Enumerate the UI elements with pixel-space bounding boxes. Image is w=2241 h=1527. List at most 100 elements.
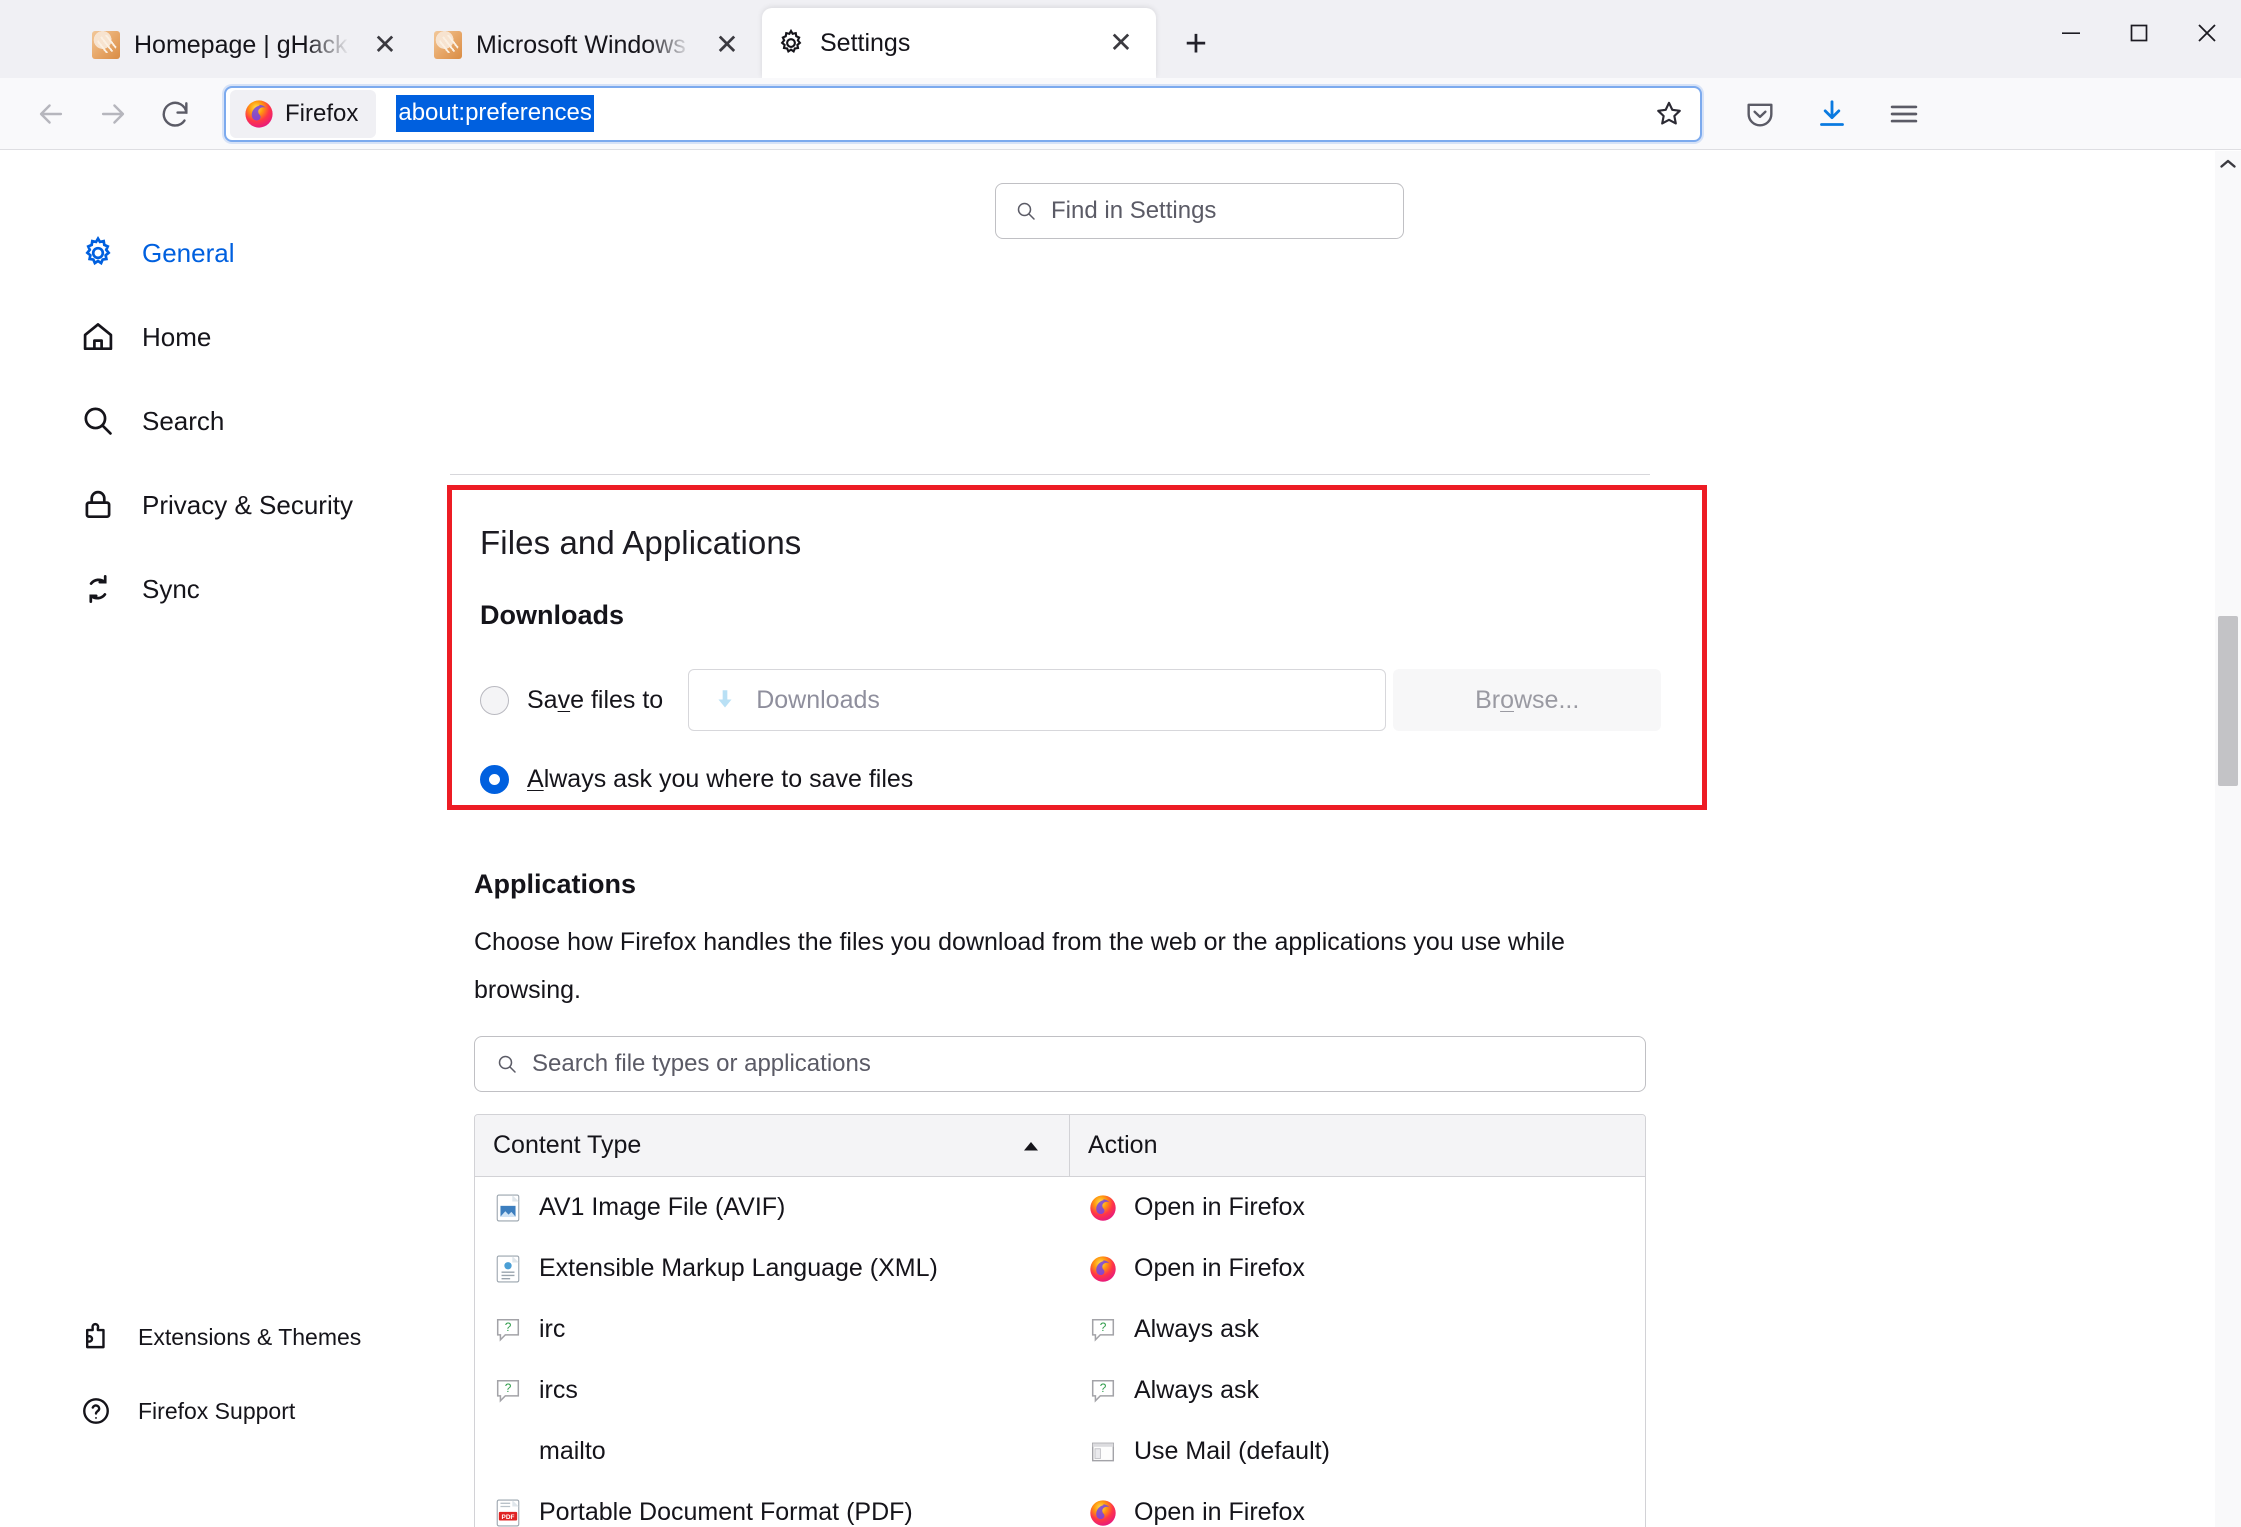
action-label: Always ask [1134,1376,1260,1404]
forward-button[interactable] [82,87,144,141]
column-header-action[interactable]: Action [1070,1115,1645,1176]
sidebar-bottom: Extensions & Themes Firefox Support [0,1311,430,1459]
scroll-up-icon[interactable] [2215,151,2241,177]
always-ask-label: Always ask you where to save files [527,765,914,793]
table-row[interactable]: ? irc ? Always ask [475,1299,1645,1360]
sync-icon [80,571,116,607]
tab-strip: Homepage | gHacks Technology ✕ Microsoft… [0,0,2241,78]
home-icon [80,319,116,355]
content-type-label: Extensible Markup Language (XML) [539,1254,938,1282]
cell-action[interactable]: Open in Firefox [1070,1238,1645,1299]
download-folder-name: Downloads [756,685,880,714]
sidebar-item-label: Sync [142,573,200,604]
puzzle-icon [80,1321,112,1353]
maximize-button[interactable] [2105,0,2173,66]
tab-title: Homepage | gHacks Technology [134,31,354,59]
sidebar-item-label: Search [142,405,225,436]
mail-app-icon [1088,1437,1118,1467]
save-files-to-radio[interactable] [480,685,509,715]
content-type-label: AV1 Image File (AVIF) [539,1193,786,1221]
sidebar-item-extensions-themes[interactable]: Extensions & Themes [0,1311,430,1363]
table-row[interactable]: Extensible Markup Language (XML) Open in… [475,1238,1645,1299]
downloads-icon[interactable] [1800,87,1864,141]
sidebar-item-search[interactable]: Search [0,391,430,451]
applications-search-input[interactable]: Search file types or applications [474,1036,1646,1092]
url-bar[interactable]: Firefox about:preferences [224,85,1702,142]
cell-content-type: AV1 Image File (AVIF) [475,1177,1070,1238]
firefox-icon [1088,1498,1118,1527]
minimize-button[interactable] [2037,0,2105,66]
applications-search-placeholder: Search file types or applications [532,1050,871,1077]
action-label: Use Mail (default) [1134,1437,1330,1465]
scrollbar-thumb[interactable] [2218,616,2238,786]
table-row[interactable]: AV1 Image File (AVIF) Open in Firefox [475,1177,1645,1238]
unknown-handler-icon: ? [1088,1376,1118,1406]
column-header-label: Content Type [493,1131,642,1159]
navigation-toolbar: Firefox about:preferences [0,78,2241,150]
cell-action[interactable]: ? Always ask [1070,1360,1645,1421]
sidebar-item-sync[interactable]: Sync [0,559,430,619]
tab-close-icon[interactable]: ✕ [710,28,744,62]
download-arrow-icon [718,690,732,708]
table-row[interactable]: PDF Portable Document Format (PDF) Open … [475,1482,1645,1527]
cell-action[interactable]: Open in Firefox [1070,1177,1645,1238]
close-button[interactable] [2173,0,2241,66]
cell-content-type: Extensible Markup Language (XML) [475,1238,1070,1299]
sidebar-item-label: Firefox Support [138,1397,296,1424]
vertical-scrollbar[interactable] [2215,151,2241,1527]
firefox-icon [245,99,273,128]
sidebar-item-label: Extensions & Themes [138,1323,362,1350]
cell-action[interactable]: Open in Firefox [1070,1482,1645,1527]
applications-description: Choose how Firefox handles the files you… [474,928,1565,1004]
window-controls [2037,0,2241,66]
tab-ghacks-homepage[interactable]: Homepage | gHacks Technology ✕ [78,12,420,78]
sidebar-item-privacy-security[interactable]: Privacy & Security [0,475,430,535]
sidebar-item-firefox-support[interactable]: Firefox Support [0,1385,430,1437]
column-header-content-type[interactable]: Content Type [475,1115,1070,1176]
page-title: Files and Applications [480,524,802,561]
action-label: Open in Firefox [1134,1193,1305,1221]
pocket-icon[interactable] [1728,87,1792,141]
firefox-icon [1088,1193,1118,1223]
hamburger-icon[interactable] [1872,87,1936,141]
reload-button[interactable] [144,87,206,141]
files-and-applications-section: Files and Applications Downloads Save fi… [447,485,1707,810]
unknown-handler-icon: ? [493,1315,523,1345]
column-header-label: Action [1088,1131,1158,1159]
tab-close-icon[interactable]: ✕ [368,28,402,62]
svg-text:?: ? [1100,1381,1107,1395]
section-divider [450,474,1650,475]
svg-text:PDF: PDF [502,1513,515,1520]
sidebar-item-home[interactable]: Home [0,307,430,367]
action-label: Open in Firefox [1134,1254,1305,1282]
pdf-file-icon: PDF [493,1498,523,1527]
tab-settings[interactable]: Settings ✕ [762,8,1156,78]
new-tab-button[interactable]: + [1170,18,1222,70]
xml-file-icon [493,1254,523,1284]
browse-button[interactable]: Br o wse... [1393,669,1662,731]
table-row[interactable]: ? ircs ? Always ask [475,1360,1645,1421]
identity-chip[interactable]: Firefox [230,89,377,138]
download-folder-field[interactable]: Downloads [688,669,1387,731]
table-header: Content Type Action [475,1115,1645,1177]
always-ask-radio[interactable] [480,765,509,794]
settings-page: Find in Settings General Home Search Pri… [0,151,2241,1527]
url-input[interactable]: about:preferences [396,95,594,132]
table-row[interactable]: mailto Use Mail (default) [475,1421,1645,1482]
star-icon[interactable] [1642,90,1696,138]
cell-action[interactable]: Use Mail (default) [1070,1421,1645,1482]
applications-heading: Applications [474,869,637,899]
tab-close-icon[interactable]: ✕ [1104,26,1138,60]
sidebar-item-label: Privacy & Security [142,489,353,520]
cell-action[interactable]: ? Always ask [1070,1299,1645,1360]
lock-icon [80,487,116,523]
save-files-to-label: Save files to [527,685,664,714]
tab-windows-security-update[interactable]: Microsoft Windows Security Upd ✕ [420,12,762,78]
sidebar-item-label: General [142,237,235,268]
content-type-label: ircs [539,1376,578,1404]
content-type-label: Portable Document Format (PDF) [539,1498,913,1526]
save-files-to-row: Save files to Downloads Br o wse... [480,669,1662,731]
back-button[interactable] [20,87,82,141]
sidebar-item-general[interactable]: General [0,223,430,283]
unknown-handler-icon: ? [1088,1315,1118,1345]
